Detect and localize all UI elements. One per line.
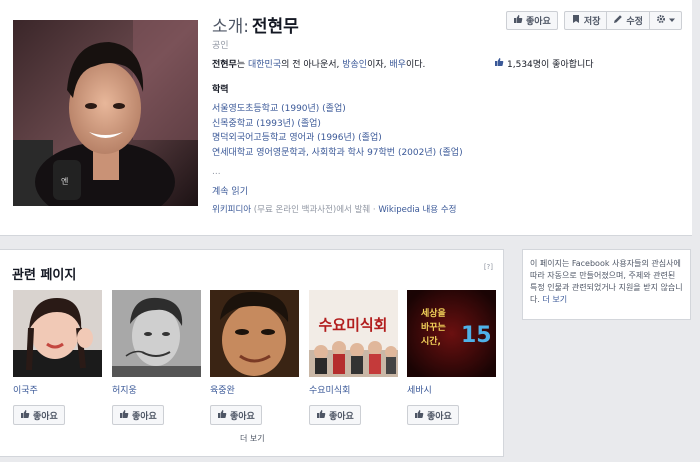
education-list: 서울영도초등학교 (1990년) (졸업) 신목중학교 (1993년) (졸업)… [212,102,463,160]
related-page-card: 이국주 좋아요 [13,290,103,425]
pencil-icon [613,14,623,27]
thumbnail-image: 세상을 바꾸는 시간, 15 [407,290,496,377]
svg-text:엔: 엔 [61,176,68,186]
link-broadcaster[interactable]: 방송인 [342,60,367,70]
thumbs-up-icon [494,57,504,70]
related-page-name[interactable]: 이국주 [13,383,38,396]
related-page-card: 세상을 바꾸는 시간, 15 세바시 좋아요 [407,290,497,425]
related-page-thumbnail[interactable] [112,290,201,377]
edit-button-label: 수정 [626,17,643,27]
education-link[interactable]: 서울영도초등학교 (1990년) (졸업) [212,104,346,114]
likes-count: 1,534명이 좋아합니다 [494,57,594,70]
like-button[interactable]: 좋아요 [506,11,558,30]
thumbnail-text: 시간, [421,335,441,347]
related-pages-card: 관련 페이지 [?] 이국주 좋아요 허지웅 좋아요 육중완 좋아요 수요미식회… [0,249,504,457]
bookmark-icon [571,14,581,27]
education-link[interactable]: 연세대학교 영어영문학과, 사회학과 학사 97학번 (2002년) (졸업) [212,148,463,158]
see-more-link[interactable]: 더 보기 [240,433,265,444]
gear-icon [656,14,666,27]
link-actor[interactable]: 배우 [389,60,406,70]
like-button-label: 좋아요 [132,411,157,422]
related-page-like-button[interactable]: 좋아요 [13,405,65,425]
notice-more-link[interactable]: 더 보기 [542,295,567,304]
save-button-label: 저장 [583,17,601,27]
thumbnail-image: 수요미식회 [309,290,398,377]
thumbnail-image [112,290,201,377]
thumbs-up-icon [119,409,129,422]
like-button-label: 좋아요 [33,411,58,422]
thumbnail-text: 15 [461,323,492,348]
page-category: 공인 [212,41,229,51]
related-pages-title: 관련 페이지 [12,268,77,283]
page-description: 전현무는 대한민국의 전 아나운서, 방송인이자, 배우이다. [212,59,492,72]
ellipsis: ... [212,167,221,177]
like-button-label: 좋아요 [329,411,354,422]
settings-button[interactable] [649,11,682,30]
action-button-group: 저장 수정 [563,11,682,30]
save-button[interactable]: 저장 [563,11,608,30]
related-page-name[interactable]: 세바시 [407,383,432,396]
thumbs-up-icon [513,14,523,27]
thumbnail-image [210,290,299,377]
related-page-name[interactable]: 허지웅 [112,383,137,396]
related-page-thumbnail[interactable]: 세상을 바꾸는 시간, 15 [407,290,496,377]
related-page-name[interactable]: 수요미식회 [309,383,350,396]
thumbs-up-icon [20,409,30,422]
source-text: (무료 온라인 백과사전)에서 발췌 · [251,205,379,215]
education-link[interactable]: 명덕외국어고등학교 영어과 (1996년) (졸업) [212,133,382,143]
description-text: 는 [236,60,248,70]
profile-photo-image: 엔 [13,20,198,206]
related-page-like-button[interactable]: 좋아요 [210,405,262,425]
education-item[interactable]: 연세대학교 영어영문학과, 사회학과 학사 97학번 (2002년) (졸업) [212,146,463,161]
profile-photo[interactable]: 엔 [13,20,198,206]
auto-generated-notice: 이 페이지는 Facebook 사용자들의 관심사에 따라 자동으로 만들어졌으… [522,249,691,320]
related-page-like-button[interactable]: 좋아요 [112,405,164,425]
help-link[interactable]: [?] [484,263,493,271]
thumbnail-text: 바꾸는 [421,321,446,333]
action-buttons: 좋아요 저장 수정 [506,11,682,30]
thumbnail-text: 세상을 [421,307,446,319]
education-heading: 학력 [212,85,229,95]
likes-count-text: 1,534명이 좋아합니다 [507,60,594,70]
edit-wikipedia-link[interactable]: Wikipedia 내용 수정 [378,205,456,215]
related-page-card: 수요미식회 수요미식회 좋아요 [309,290,399,425]
description-name: 전현무 [212,60,237,70]
related-page-thumbnail[interactable] [13,290,102,377]
related-page-name[interactable]: 육중완 [210,383,235,396]
related-page-like-button[interactable]: 좋아요 [309,405,361,425]
read-more-link[interactable]: 계속 읽기 [212,184,248,197]
education-item[interactable]: 신목중학교 (1993년) (졸업) [212,117,463,132]
thumbs-up-icon [414,409,424,422]
thumbnail-text: 수요미식회 [318,316,387,334]
related-page-thumbnail[interactable] [210,290,299,377]
link-korea[interactable]: 대한민국 [248,60,281,70]
wikipedia-link[interactable]: 위키피디아 [212,205,251,215]
chevron-down-icon [668,16,675,26]
description-text: 이자, [367,60,390,70]
education-item[interactable]: 명덕외국어고등학교 영어과 (1996년) (졸업) [212,131,463,146]
thumbs-up-icon [316,409,326,422]
like-button-label: 좋아요 [427,411,452,422]
thumbs-up-icon [217,409,227,422]
source-attribution: 위키피디아 (무료 온라인 백과사전)에서 발췌 · Wikipedia 내용 … [212,203,456,215]
title-prefix: 소개: [212,17,250,37]
related-page-card: 허지웅 좋아요 [112,290,202,425]
title-name: 전현무 [251,17,299,37]
education-link[interactable]: 신목중학교 (1993년) (졸업) [212,119,321,129]
page-title: 소개: 전현무 [212,12,299,37]
edit-button[interactable]: 수정 [607,11,650,30]
related-page-like-button[interactable]: 좋아요 [407,405,459,425]
description-text: 이다. [405,60,426,70]
about-card: 엔 소개: 전현무 공인 좋아요 저장 수정 전현무는 대한민국의 전 아나운서… [0,0,692,236]
thumbnail-image [13,290,102,377]
related-page-card: 육중완 좋아요 [210,290,300,425]
like-button-label: 좋아요 [526,17,551,27]
description-text: 의 전 아나운서, [281,60,343,70]
like-button-label: 좋아요 [230,411,255,422]
related-page-thumbnail[interactable]: 수요미식회 [309,290,398,377]
education-item[interactable]: 서울영도초등학교 (1990년) (졸업) [212,102,463,117]
